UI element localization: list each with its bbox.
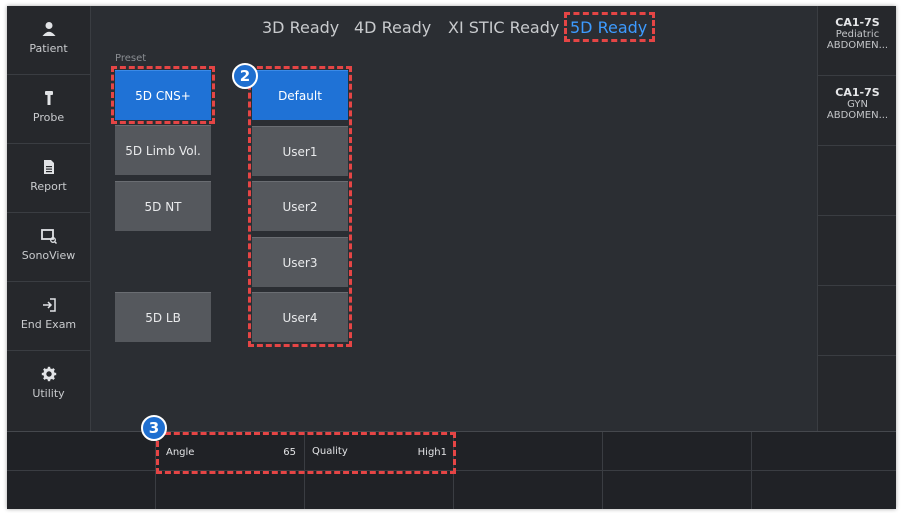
sidebar-item-label: SonoView	[21, 249, 76, 262]
probe-line2: ABDOMEN...	[826, 110, 889, 121]
document-icon	[43, 160, 54, 174]
param-cell[interactable]	[305, 471, 454, 509]
preset-5d-cns-button[interactable]: 5D CNS+	[115, 70, 211, 120]
sidebar-item-label: Report	[30, 180, 67, 193]
angle-label: Angle	[166, 447, 195, 458]
sidebar-item-label: End Exam	[20, 318, 77, 331]
app-frame: Patient Probe Report SonoView End Exam U…	[7, 6, 896, 509]
preset-label: Preset	[115, 53, 147, 64]
param-cell[interactable]	[454, 432, 603, 471]
user-preset-default-button[interactable]: Default	[252, 70, 348, 120]
preset-5d-lb-button[interactable]: 5D LB	[115, 292, 211, 342]
sidebar-item-utility[interactable]: Utility	[7, 351, 91, 431]
sidebar-item-patient[interactable]: Patient	[7, 6, 91, 75]
bottom-param-bar: Angle 65 Quality High1	[7, 431, 896, 509]
user-preset-user1-button[interactable]: User1	[252, 126, 348, 176]
sidebar-item-sonoview[interactable]: SonoView	[7, 213, 91, 282]
sidebar-item-report[interactable]: Report	[7, 144, 91, 213]
probe-name: CA1-7S	[835, 86, 880, 99]
user-preset-user4-button[interactable]: User4	[252, 292, 348, 342]
tab-3d-ready[interactable]: 3D Ready	[262, 18, 339, 37]
gear-icon	[41, 366, 56, 382]
callout-badge-3: 3	[141, 415, 167, 441]
quality-label: Quality	[312, 446, 348, 457]
param-cell-quality[interactable]: Quality High1	[305, 432, 454, 471]
probe-slot-4[interactable]	[818, 216, 896, 286]
param-cell[interactable]	[752, 432, 896, 471]
probe-name: CA1-7S	[835, 16, 880, 29]
angle-value: 65	[283, 447, 296, 458]
probe-slot-2[interactable]: CA1-7S GYN ABDOMEN...	[818, 76, 896, 146]
probe-line1: Pediatric	[835, 29, 880, 40]
sidebar-item-end-exam[interactable]: End Exam	[7, 282, 91, 351]
probe-line1: GYN	[847, 99, 868, 110]
quality-value: High1	[417, 447, 447, 458]
param-cell[interactable]	[603, 471, 752, 509]
sidebar-item-probe[interactable]: Probe	[7, 75, 91, 144]
callout-badge-2: 2	[232, 63, 258, 89]
param-cell[interactable]	[454, 471, 603, 509]
sidebar-item-label: Patient	[29, 42, 68, 55]
user-preset-user3-button[interactable]: User3	[252, 237, 348, 287]
image-search-icon	[40, 229, 57, 244]
param-cell[interactable]	[156, 471, 305, 509]
param-cell[interactable]	[603, 432, 752, 471]
preset-5d-nt-button[interactable]: 5D NT	[115, 181, 211, 231]
probe-panel: CA1-7S Pediatric ABDOMEN... CA1-7S GYN A…	[817, 6, 896, 431]
sidebar-item-label: Probe	[32, 111, 65, 124]
person-icon	[42, 22, 55, 36]
user-preset-user2-button[interactable]: User2	[252, 181, 348, 231]
param-cell-angle[interactable]: Angle 65	[156, 432, 305, 471]
exit-icon	[42, 298, 56, 312]
sidebar-item-label: Utility	[32, 387, 65, 400]
left-sidebar: Patient Probe Report SonoView End Exam U…	[7, 6, 91, 431]
probe-line2: ABDOMEN...	[826, 40, 889, 51]
tab-xi-stic-ready[interactable]: XI STIC Ready	[448, 18, 559, 37]
preset-5d-limb-vol-button[interactable]: 5D Limb Vol.	[115, 125, 211, 175]
probe-icon	[44, 91, 53, 105]
param-cell[interactable]	[752, 471, 896, 509]
param-cell[interactable]	[7, 432, 156, 471]
probe-slot-1[interactable]: CA1-7S Pediatric ABDOMEN...	[818, 6, 896, 76]
probe-slot-3[interactable]	[818, 146, 896, 216]
probe-slot-6[interactable]	[818, 356, 896, 431]
tab-5d-ready[interactable]: 5D Ready	[570, 18, 647, 37]
probe-slot-5[interactable]	[818, 286, 896, 356]
param-cell[interactable]	[7, 471, 156, 509]
tab-4d-ready[interactable]: 4D Ready	[354, 18, 431, 37]
